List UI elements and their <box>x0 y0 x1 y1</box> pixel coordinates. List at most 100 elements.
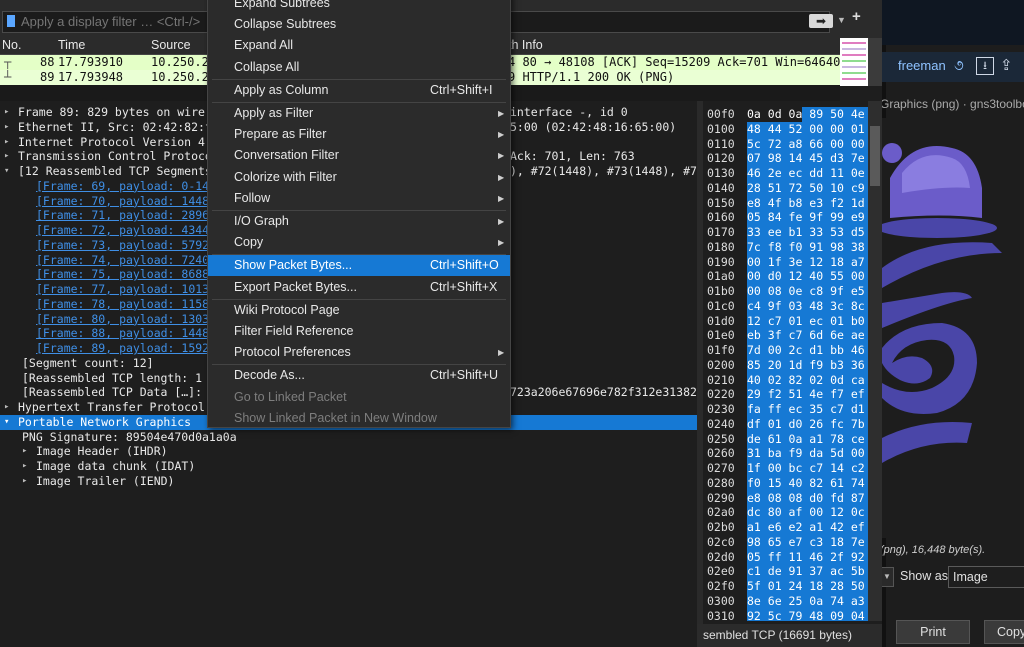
packet-minimap[interactable] <box>840 38 868 86</box>
menu-item-wiki-protocol-page[interactable]: Wiki Protocol Page <box>208 300 510 321</box>
hex-row[interactable]: 0100 48 44 52 00 00 01 <box>703 121 868 137</box>
collapse-arrow-icon[interactable]: ▸ <box>4 135 9 150</box>
detail-tree-item[interactable]: ▸ Image data chunk (IDAT) <box>0 459 697 474</box>
expand-arrow-icon[interactable]: ▾ <box>4 164 9 179</box>
decode-as-dropdown[interactable]: ▼ <box>882 567 894 587</box>
menu-item-collapse-subtrees[interactable]: Collapse Subtrees <box>208 14 510 35</box>
detail-tree-item[interactable]: ▸ Image Header (IHDR) <box>0 444 697 459</box>
menu-item-show-packet-bytes[interactable]: Show Packet Bytes... Ctrl+Shift+O <box>208 255 510 277</box>
submenu-arrow-icon: ▶ <box>498 172 505 182</box>
menu-item-label: Show Packet Bytes... <box>234 258 353 273</box>
collapse-arrow-icon[interactable]: ▸ <box>4 400 9 415</box>
expand-arrow-icon[interactable]: ▾ <box>4 415 9 430</box>
bytes-scrollbar-thumb[interactable] <box>870 126 880 186</box>
hex-row[interactable]: 02b0 a1 e6 e2 a1 42 ef <box>703 520 868 535</box>
menu-item-copy[interactable]: Copy ▶ <box>208 232 510 253</box>
hex-row[interactable]: 0280 f0 15 40 82 61 74 <box>703 475 868 491</box>
detail-item-text: Hypertext Transfer Protocol <box>18 400 205 414</box>
menu-item-expand-subtrees[interactable]: Expand Subtrees <box>208 0 510 14</box>
collapse-arrow-icon[interactable]: ▸ <box>22 459 27 474</box>
hex-row[interactable]: 02d0 05 ff 11 46 2f 92 <box>703 549 868 565</box>
menu-item-filter-field-reference[interactable]: Filter Field Reference <box>208 321 510 342</box>
column-header-source[interactable]: Source <box>151 38 191 52</box>
menu-item-colorize-with-filter[interactable]: Colorize with Filter ▶ <box>208 167 510 188</box>
hex-row[interactable]: 02a0 dc 80 af 00 12 0c <box>703 505 868 521</box>
collapse-arrow-icon[interactable]: ▸ <box>22 474 27 489</box>
hex-row[interactable]: 0260 31 ba f9 da 5d 00 <box>703 446 868 462</box>
hex-row[interactable]: 0270 1f 00 bc c7 14 c2 <box>703 461 868 476</box>
hex-offset: 0200 <box>707 357 735 372</box>
packet-no: 89 <box>40 70 55 84</box>
hex-row[interactable]: 0290 e8 08 08 d0 fd 87 <box>703 490 868 506</box>
username[interactable]: freeman <box>898 58 946 73</box>
hex-row[interactable]: 01f0 7d 00 2c d1 bb 46 <box>703 343 868 358</box>
hex-row[interactable]: 0120 07 98 14 45 d3 7e <box>703 151 868 167</box>
hex-row[interactable]: 01d0 12 c7 01 ec 01 b0 <box>703 313 868 329</box>
hex-row[interactable]: 01e0 eb 3f c7 6d 6e ae <box>703 328 868 344</box>
menu-item-apply-as-column[interactable]: Apply as Column Ctrl+Shift+I <box>208 80 510 101</box>
menu-item-show-linked-packet-in-new-window[interactable]: Show Linked Packet in New Window <box>208 408 510 429</box>
hex-row[interactable]: 0200 85 20 1d f9 b3 36 <box>703 357 868 373</box>
hex-row[interactable]: 02c0 98 65 e7 c3 18 7e <box>703 534 868 550</box>
menu-item-export-packet-bytes[interactable]: Export Packet Bytes... Ctrl+Shift+X <box>208 277 510 298</box>
column-header-no[interactable]: No. <box>2 38 21 52</box>
hex-row[interactable]: 0220 29 f2 51 4e f7 ef <box>703 387 868 403</box>
hex-row[interactable]: 0300 8e 6e 25 0a 74 a3 <box>703 593 868 609</box>
hex-row[interactable]: 0160 05 84 fe 9f 99 e9 <box>703 210 868 226</box>
hex-bytes: 48 44 52 00 00 01 <box>747 121 868 137</box>
menu-item-expand-all[interactable]: Expand All <box>208 35 510 56</box>
menu-item-apply-as-filter[interactable]: Apply as Filter ▶ <box>208 103 510 124</box>
hex-row[interactable]: 02f0 5f 01 24 18 28 50 <box>703 579 868 594</box>
detail-tree-item[interactable]: PNG Signature: 89504e470d0a1a0a <box>0 430 697 445</box>
collapse-arrow-icon[interactable]: ▸ <box>4 149 9 164</box>
filter-history-dropdown-icon[interactable]: ▼ <box>837 15 846 25</box>
hex-offset: 0280 <box>707 475 735 490</box>
bytes-scrollbar[interactable] <box>868 101 882 621</box>
packet-list-scrollbar[interactable] <box>868 38 882 86</box>
hex-row[interactable]: 0110 5c 72 a8 66 00 00 <box>703 136 868 152</box>
hex-row[interactable]: 0170 33 ee b1 33 53 d5 <box>703 225 868 240</box>
share-icon[interactable]: ⇪ <box>1000 56 1018 74</box>
show-as-select[interactable]: Image <box>948 566 1024 588</box>
collapse-arrow-icon[interactable]: ▸ <box>4 120 9 135</box>
hex-row[interactable]: 0150 e8 4f b8 e3 f2 1d <box>703 195 868 211</box>
download-icon[interactable]: ⭳ <box>976 57 994 75</box>
add-filter-button[interactable]: + <box>852 8 861 25</box>
column-header-info[interactable]: th Info <box>508 38 543 52</box>
hex-row[interactable]: 01b0 00 08 0e c8 9f e5 <box>703 284 868 299</box>
hex-row[interactable]: 0180 7c f8 f0 91 98 38 <box>703 239 868 255</box>
hex-row[interactable]: 02e0 c1 de 91 37 ac 5b <box>703 564 868 580</box>
menu-item-prepare-as-filter[interactable]: Prepare as Filter ▶ <box>208 124 510 145</box>
menu-item-conversation-filter[interactable]: Conversation Filter ▶ <box>208 145 510 166</box>
hex-bytes: c4 9f 03 48 3c 8c <box>747 298 868 314</box>
hex-row[interactable]: 00f0 0a 0d 0a 89 50 4e <box>703 107 868 122</box>
hex-offset: 0220 <box>707 387 735 402</box>
print-button[interactable]: Print <box>896 620 970 644</box>
hex-row[interactable]: 0210 40 02 82 02 0d ca <box>703 372 868 388</box>
column-header-time[interactable]: Time <box>58 38 85 52</box>
hex-offset: 0310 <box>707 608 735 622</box>
copy-button[interactable]: Copy <box>984 620 1024 644</box>
apply-filter-arrow-icon[interactable]: ➡ <box>809 14 833 28</box>
hex-row[interactable]: 01c0 c4 9f 03 48 3c 8c <box>703 298 868 314</box>
hex-row[interactable]: 0310 92 5c 79 48 09 04 <box>703 608 868 622</box>
menu-item-go-to-linked-packet[interactable]: Go to Linked Packet <box>208 387 510 408</box>
menu-item-protocol-preferences[interactable]: Protocol Preferences ▶ <box>208 342 510 363</box>
menu-item-i-o-graph[interactable]: I/O Graph ▶ <box>208 211 510 232</box>
bytes-tab[interactable]: sembled TCP (16691 bytes) <box>697 624 882 647</box>
detail-tree-item[interactable]: ▸ Image Trailer (IEND) <box>0 474 697 489</box>
hex-row[interactable]: 0240 df 01 d0 26 fc 7b <box>703 416 868 432</box>
hex-row[interactable]: 01a0 00 d0 12 40 55 00 <box>703 269 868 285</box>
menu-item-decode-as[interactable]: Decode As... Ctrl+Shift+U <box>208 365 510 386</box>
show-as-value: Image <box>953 570 988 584</box>
hex-row[interactable]: 0130 46 2e ec dd 11 0e <box>703 166 868 181</box>
menu-item-follow[interactable]: Follow ▶ <box>208 188 510 209</box>
hex-row[interactable]: 0190 00 1f 3e 12 18 a7 <box>703 254 868 270</box>
hex-row[interactable]: 0140 28 51 72 50 10 c9 <box>703 180 868 196</box>
collapse-arrow-icon[interactable]: ▸ <box>4 105 9 120</box>
hex-row[interactable]: 0250 de 61 0a a1 78 ce <box>703 431 868 447</box>
menu-item-collapse-all[interactable]: Collapse All <box>208 57 510 78</box>
hex-row[interactable]: 0230 fa ff ec 35 c7 d1 <box>703 402 868 417</box>
bookmark-icon[interactable] <box>7 15 15 27</box>
collapse-arrow-icon[interactable]: ▸ <box>22 444 27 459</box>
